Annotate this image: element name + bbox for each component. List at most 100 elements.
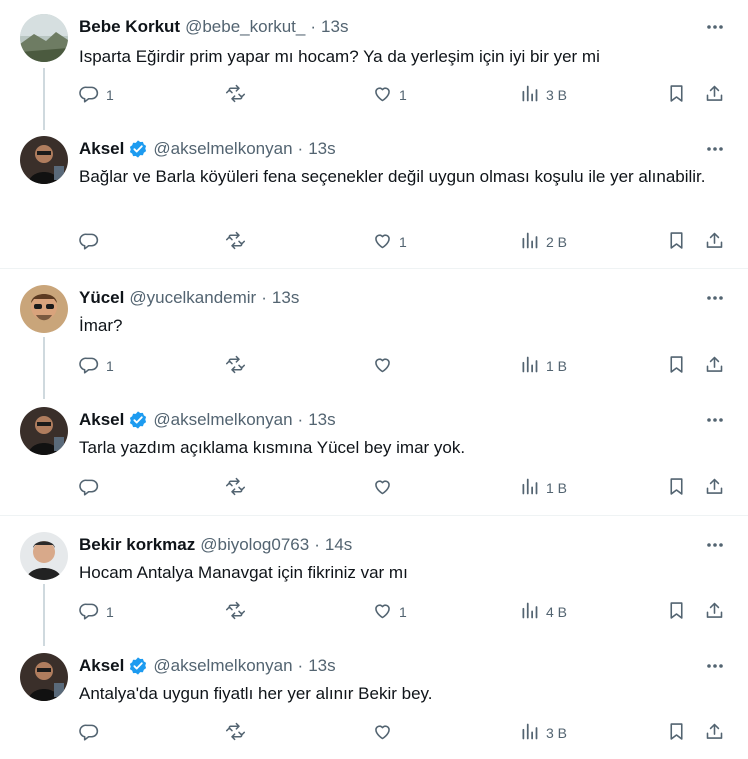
more-options-icon[interactable] [704,16,726,38]
username[interactable]: @akselmelkonyan [153,139,292,159]
views-button[interactable]: 4 B [519,599,567,625]
timestamp[interactable]: 13s [321,17,348,37]
more-options-icon[interactable] [704,138,726,160]
timestamp[interactable]: 13s [308,139,335,159]
tweet[interactable]: Aksel @akselmelkonyan · 13s Antalya'da u… [0,653,748,753]
timestamp[interactable]: 13s [308,410,335,430]
views-count: 4 B [546,604,568,620]
bookmark-button[interactable] [666,353,687,379]
tweet-text: Bağlar ve Barla köyüleri fena seçenekler… [79,167,706,186]
views-button[interactable]: 3 B [519,720,567,746]
like-icon [372,476,393,500]
display-name[interactable]: Yücel [79,288,124,308]
retweet-button[interactable] [225,720,252,746]
retweet-button[interactable] [225,599,252,625]
display-name[interactable]: Aksel [79,410,124,430]
avatar[interactable] [20,407,68,455]
like-count: 1 [399,604,407,620]
reply-button[interactable] [79,720,106,746]
reply-icon [79,476,100,500]
tweet[interactable]: Yücel @yucelkandemir · 13s İmar? 1 1 B [0,285,748,385]
tweet-text: Tarla yazdım açıklama kısmına Yücel bey … [79,438,466,457]
reply-icon [79,83,100,107]
bookmark-button[interactable] [666,475,687,501]
avatar[interactable] [20,653,68,701]
reply-button[interactable] [79,475,106,501]
avatar[interactable] [20,136,68,184]
like-button[interactable] [372,353,399,379]
views-button[interactable]: 1 B [519,353,567,379]
like-icon [372,721,393,745]
tweet[interactable]: Aksel @akselmelkonyan · 13s Bağlar ve Ba… [0,136,748,266]
share-button[interactable] [704,82,725,108]
share-icon [704,83,725,107]
separator-dot: · [297,139,304,158]
views-button[interactable]: 2 B [519,229,567,255]
views-button[interactable]: 1 B [519,475,567,501]
display-name[interactable]: Bekir korkmaz [79,535,195,555]
retweet-icon [225,476,246,500]
reply-button[interactable]: 1 [79,82,114,108]
separator-dot: · [297,656,304,675]
username[interactable]: @akselmelkonyan [153,410,292,430]
separator-dot: · [297,410,304,429]
bookmark-button[interactable] [666,720,687,746]
action-bar: 1 2 B [79,229,739,255]
timestamp[interactable]: 13s [308,656,335,676]
like-button[interactable] [372,475,399,501]
bookmark-button[interactable] [666,599,687,625]
separator-dot: · [310,17,317,36]
more-options-icon[interactable] [704,409,726,431]
share-icon [704,476,725,500]
tweet-text: Antalya'da uygun fiyatlı her yer alınır … [79,684,433,703]
retweet-icon [225,83,246,107]
tweet[interactable]: Bekir korkmaz @biyolog0763 · 14s Hocam A… [0,532,748,632]
views-button[interactable]: 3 B [519,82,567,108]
reply-icon [79,354,100,378]
retweet-button[interactable] [225,475,252,501]
retweet-button[interactable] [225,82,252,108]
more-options-icon[interactable] [704,534,726,556]
retweet-button[interactable] [225,353,252,379]
share-icon [704,230,725,254]
share-button[interactable] [704,599,725,625]
display-name[interactable]: Bebe Korkut [79,17,180,37]
like-count: 1 [399,87,407,103]
share-button[interactable] [704,229,725,255]
conversation-divider [0,515,748,516]
share-button[interactable] [704,720,725,746]
share-button[interactable] [704,475,725,501]
tweet[interactable]: Bebe Korkut @bebe_korkut_ · 13s Isparta … [0,14,748,114]
display-name[interactable]: Aksel [79,139,124,159]
avatar[interactable] [20,532,68,580]
reply-button[interactable]: 1 [79,353,114,379]
like-button[interactable]: 1 [372,599,407,625]
tweet-header: Aksel @akselmelkonyan · 13s [79,655,336,677]
username[interactable]: @yucelkandemir [129,288,256,308]
share-button[interactable] [704,353,725,379]
avatar[interactable] [20,14,68,62]
more-options-icon[interactable] [704,287,726,309]
more-options-icon[interactable] [704,655,726,677]
timestamp[interactable]: 13s [272,288,299,308]
tweet[interactable]: Aksel @akselmelkonyan · 13s Tarla yazdım… [0,407,748,507]
bookmark-button[interactable] [666,229,687,255]
timestamp[interactable]: 14s [325,535,352,555]
like-button[interactable]: 1 [372,229,407,255]
reply-button[interactable] [79,229,106,255]
views-icon [519,600,540,624]
tweet-header: Yücel @yucelkandemir · 13s [79,287,299,309]
conversation-divider [0,268,748,269]
like-button[interactable]: 1 [372,82,407,108]
username[interactable]: @bebe_korkut_ [185,17,305,37]
retweet-button[interactable] [225,229,252,255]
like-button[interactable] [372,720,399,746]
action-bar: 1 1 4 B [79,599,739,625]
reply-button[interactable]: 1 [79,599,114,625]
username[interactable]: @biyolog0763 [200,535,309,555]
username[interactable]: @akselmelkonyan [153,656,292,676]
avatar[interactable] [20,285,68,333]
display-name[interactable]: Aksel [79,656,124,676]
bookmark-button[interactable] [666,82,687,108]
views-icon [519,230,540,254]
